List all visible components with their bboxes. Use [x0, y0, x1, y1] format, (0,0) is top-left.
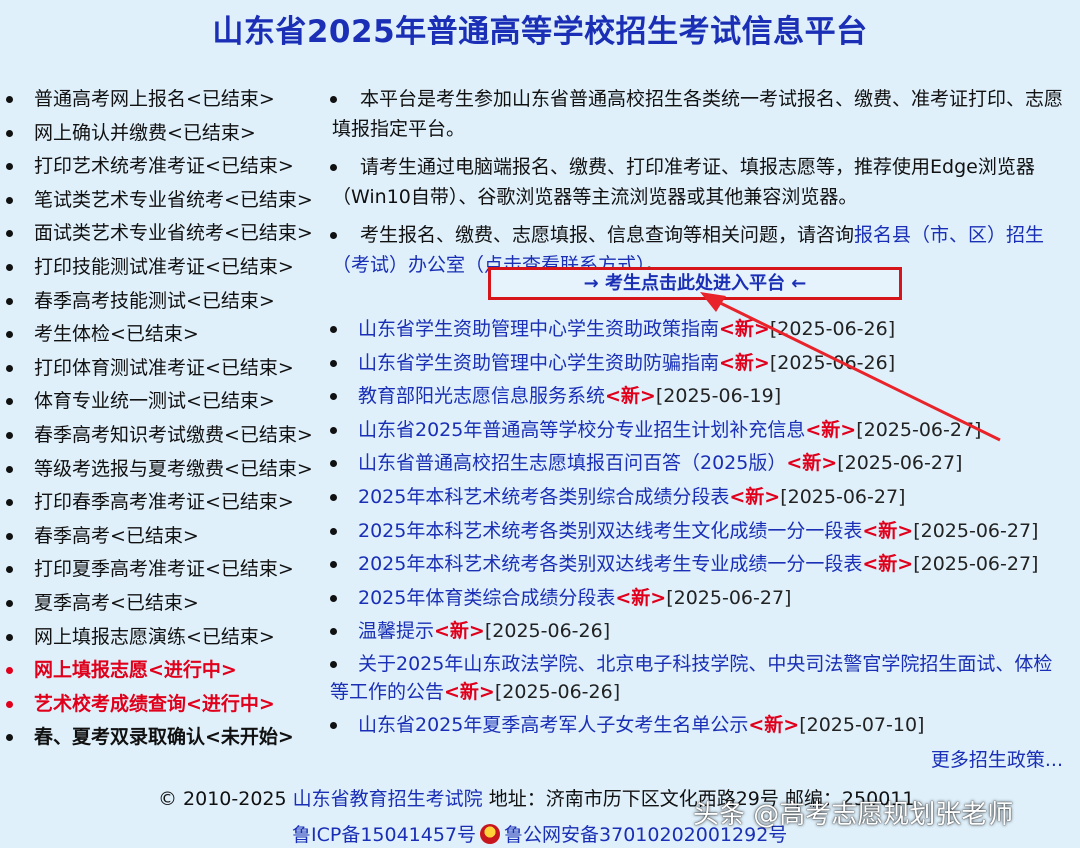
news-item: 山东省学生资助管理中心学生资助政策指南<新>[2025-06-26]	[330, 314, 1070, 348]
police-badge-icon	[480, 824, 501, 844]
nav-item[interactable]: 打印技能测试准考证<已结束>	[0, 252, 330, 286]
notice-text-2: 请考生通过电脑端报名、缴费、打印准考证、填报志愿等，推荐使用Edge浏览器（Wi…	[332, 156, 1035, 208]
news-item: 2025年本科艺术统考各类别双达线考生文化成绩一分一段表<新>[2025-06-…	[330, 516, 1070, 550]
nav-item[interactable]: 考生体检<已结束>	[0, 319, 330, 353]
news-date: [2025-06-27]	[913, 553, 1039, 576]
news-item: 2025年本科艺术统考各类别双达线考生专业成绩一分一段表<新>[2025-06-…	[330, 549, 1070, 583]
notice-text-3: 考生报名、缴费、志愿填报、信息查询等相关问题，请咨询	[360, 224, 855, 246]
news-item: 教育部阳光志愿信息服务系统<新>[2025-06-19]	[330, 381, 1070, 415]
new-badge: <新>	[434, 620, 485, 643]
nav-item[interactable]: 春季高考技能测试<已结束>	[0, 286, 330, 320]
news-date: [2025-06-26]	[769, 318, 896, 340]
notice-text-1: 本平台是考生参加山东省普通高校招生各类统一考试报名、缴费、准考证打印、志愿填报指…	[332, 88, 1064, 140]
news-title-link[interactable]: 教育部阳光志愿信息服务系统	[358, 385, 605, 407]
news-list: 山东省学生资助管理中心学生资助政策指南<新>[2025-06-26] 山东省学生资…	[330, 314, 1070, 744]
icp-link[interactable]: 鲁ICP备15041457号	[292, 824, 476, 846]
news-date: [2025-06-27]	[837, 452, 963, 475]
nav-item[interactable]: 夏季高考<已结束>	[0, 588, 330, 622]
new-badge: <新>	[615, 586, 667, 609]
notice-area: 本平台是考生参加山东省普通高校招生各类统一考试报名、缴费、准考证打印、志愿填报指…	[330, 84, 1070, 288]
news-item: 山东省普通高校招生志愿填报百问百答（2025版）<新>[2025-06-27]	[330, 448, 1070, 482]
nav-item[interactable]: 网上确认并缴费<已结束>	[0, 118, 330, 152]
news-title-link[interactable]: 2025年本科艺术统考各类别双达线考生专业成绩一分一段表	[358, 553, 862, 575]
bullet-icon	[330, 164, 337, 171]
news-item: 关于2025年山东政法学院、北京电子科技学院、中央司法警官学院招生面试、体检等工…	[330, 650, 1070, 706]
new-badge: <新>	[444, 680, 495, 703]
new-badge: <新>	[862, 553, 914, 576]
page-title: 山东省2025年普通高等学校招生考试信息平台	[212, 14, 868, 50]
news-title-link[interactable]: 山东省2025年普通高等学校分专业招生计划补充信息	[358, 419, 805, 441]
news-date: [2025-06-26]	[494, 680, 621, 703]
nav-item[interactable]: 春季高考<已结束>	[0, 521, 330, 555]
news-date: [2025-06-26]	[484, 620, 611, 643]
news-date: [2025-06-27]	[666, 586, 792, 609]
nav-item[interactable]: 普通高考网上报名<已结束>	[0, 84, 330, 118]
news-date: [2025-06-19]	[655, 385, 782, 408]
nav-item[interactable]: 网上填报志愿演练<已结束>	[0, 622, 330, 656]
more-policies-link[interactable]: 更多招生政策...	[931, 745, 1063, 772]
nav-item[interactable]: 笔试类艺术专业省统考<已结束>	[0, 185, 330, 219]
bullet-icon	[330, 96, 337, 103]
bullet-icon	[330, 232, 337, 239]
nav-item[interactable]: 等级考选报与夏考缴费<已结束>	[0, 454, 330, 488]
news-title-link[interactable]: 山东省学生资助管理中心学生资助防骗指南	[358, 352, 719, 374]
enter-platform-button[interactable]: → 考生点击此处进入平台 ←	[488, 267, 902, 300]
notice-item: 本平台是考生参加山东省普通高校招生各类统一考试报名、缴费、准考证打印、志愿填报指…	[330, 84, 1070, 144]
news-title-link[interactable]: 温馨提示	[358, 620, 434, 642]
news-date: [2025-06-27]	[780, 485, 906, 508]
news-item: 山东省学生资助管理中心学生资助防骗指南<新>[2025-06-26]	[330, 348, 1070, 382]
new-badge: <新>	[605, 385, 656, 408]
news-title-link[interactable]: 2025年体育类综合成绩分段表	[358, 587, 615, 609]
notice-item: 请考生通过电脑端报名、缴费、打印准考证、填报志愿等，推荐使用Edge浏览器（Wi…	[330, 152, 1070, 212]
footer-org-link[interactable]: 山东省教育招生考试院	[293, 788, 483, 810]
new-badge: <新>	[719, 351, 770, 374]
nav-item[interactable]: 打印春季高考准考证<已结束>	[0, 487, 330, 521]
nav-item[interactable]: 打印艺术统考准考证<已结束>	[0, 151, 330, 185]
news-title-link[interactable]: 关于2025年山东政法学院、北京电子科技学院、中央司法警官学院招生面试、体检等工…	[330, 653, 1052, 703]
nav-item[interactable]: 打印夏季高考准考证<已结束>	[0, 554, 330, 588]
news-title-link[interactable]: 山东省普通高校招生志愿填报百问百答（2025版）	[358, 452, 786, 474]
nav-item[interactable]: 春、夏考双录取确认<未开始>	[0, 722, 330, 756]
new-badge: <新>	[862, 519, 914, 542]
news-date: [2025-07-10]	[799, 713, 925, 736]
nav-item[interactable]: 艺术校考成绩查询<进行中>	[0, 689, 330, 723]
news-date: [2025-06-27]	[913, 519, 1039, 542]
new-badge: <新>	[786, 452, 838, 475]
news-item: 2025年体育类综合成绩分段表<新>[2025-06-27]	[330, 583, 1070, 617]
left-nav: 普通高考网上报名<已结束> 网上确认并缴费<已结束> 打印艺术统考准考证<已结束> 笔…	[0, 84, 330, 756]
news-item: 温馨提示<新>[2025-06-26]	[330, 616, 1070, 650]
news-item: 山东省2025年夏季高考军人子女考生名单公示<新>[2025-07-10]	[330, 710, 1070, 744]
news-title-link[interactable]: 山东省2025年夏季高考军人子女考生名单公示	[358, 714, 748, 736]
watermark: 头条 @高考志愿规划张老师	[693, 800, 1014, 830]
nav-item[interactable]: 网上填报志愿<进行中>	[0, 655, 330, 689]
nav-item[interactable]: 春季高考知识考试缴费<已结束>	[0, 420, 330, 454]
nav-item[interactable]: 体育专业统一测试<已结束>	[0, 386, 330, 420]
news-date: [2025-06-26]	[769, 351, 896, 374]
new-badge: <新>	[748, 713, 800, 736]
nav-item[interactable]: 面试类艺术专业省统考<已结束>	[0, 218, 330, 252]
news-item: 2025年本科艺术统考各类别综合成绩分段表<新>[2025-06-27]	[330, 482, 1070, 516]
nav-item[interactable]: 打印体育测试准考证<已结束>	[0, 353, 330, 387]
new-badge: <新>	[805, 418, 857, 441]
news-item: 山东省2025年普通高等学校分专业招生计划补充信息<新>[2025-06-27]	[330, 415, 1070, 449]
news-title-link[interactable]: 山东省学生资助管理中心学生资助政策指南	[358, 318, 719, 340]
news-title-link[interactable]: 2025年本科艺术统考各类别双达线考生文化成绩一分一段表	[358, 520, 862, 542]
news-title-link[interactable]: 2025年本科艺术统考各类别综合成绩分段表	[358, 486, 729, 508]
new-badge: <新>	[719, 318, 770, 340]
new-badge: <新>	[729, 485, 781, 508]
news-date: [2025-06-27]	[856, 418, 982, 441]
